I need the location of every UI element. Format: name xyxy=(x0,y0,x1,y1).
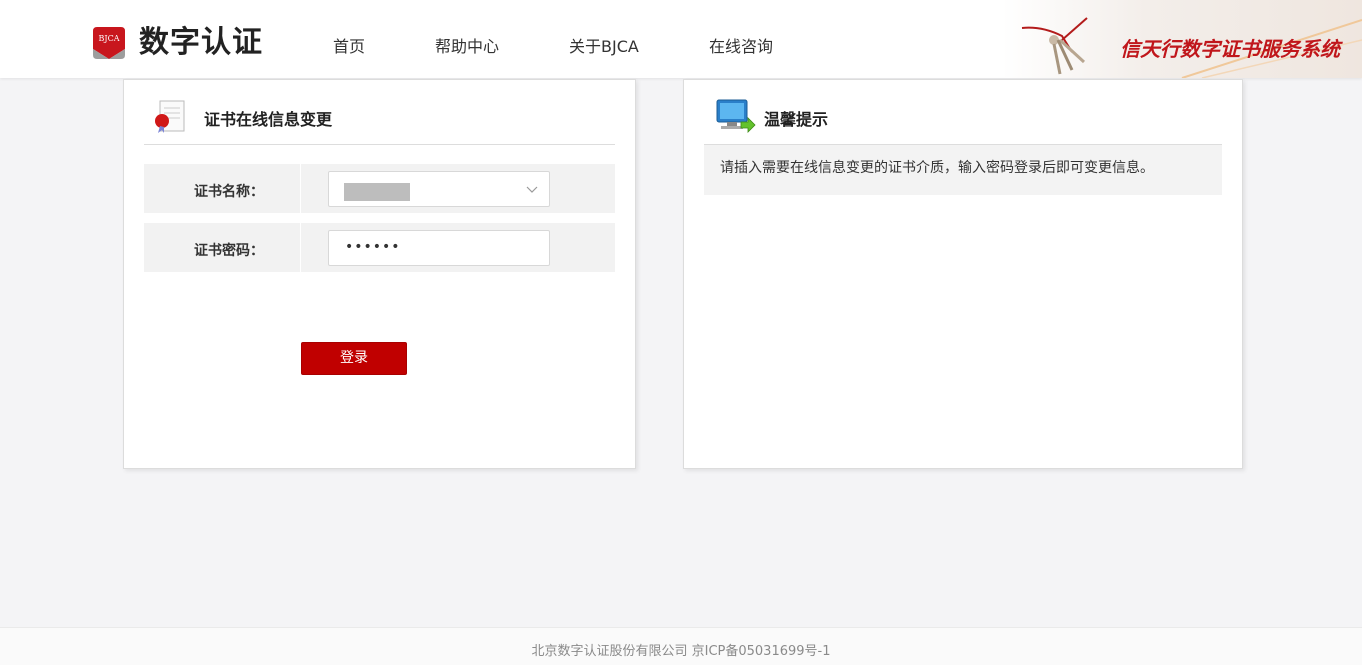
cert-password-input[interactable]: •••••• xyxy=(328,230,550,266)
bjca-badge-icon: BJCA xyxy=(93,27,125,59)
panel-header: 证书在线信息变更 xyxy=(144,80,615,145)
cert-change-panel: 证书在线信息变更 证书名称： 证书密码： •••••• 登录 xyxy=(123,79,636,469)
footer-copyright: 北京数字认证股份有限公司 京ICP备05031699号-1 xyxy=(531,644,831,659)
nav-help-center[interactable]: 帮助中心 xyxy=(435,33,499,57)
tips-panel: 温馨提示 请插入需要在线信息变更的证书介质，输入密码登录后即可变更信息。 xyxy=(683,79,1243,469)
login-button[interactable]: 登录 xyxy=(301,342,407,375)
nav-online-consult[interactable]: 在线咨询 xyxy=(709,33,773,57)
brand-logo[interactable]: BJCA 数字认证 xyxy=(93,26,263,60)
svg-text:BJCA: BJCA xyxy=(99,34,120,43)
header-banner: 信天行数字证书服务系统 xyxy=(1002,0,1362,78)
panel-title: 温馨提示 xyxy=(764,110,829,129)
tip-text: 请插入需要在线信息变更的证书介质，输入密码登录后即可变更信息。 xyxy=(720,160,1154,176)
cert-name-select[interactable] xyxy=(328,171,550,207)
certificate-icon xyxy=(155,100,185,133)
banner-slogan: 信天行数字证书服务系统 xyxy=(1120,37,1340,61)
nav-home[interactable]: 首页 xyxy=(333,33,365,57)
chevron-down-icon xyxy=(526,186,538,193)
page-footer: 北京数字认证股份有限公司 京ICP备05031699号-1 xyxy=(0,627,1362,665)
computer-monitor-icon xyxy=(716,99,756,133)
nav-about[interactable]: 关于BJCA xyxy=(569,33,639,57)
brand-name: 数字认证 xyxy=(139,25,263,60)
cert-name-label: 证书名称： xyxy=(194,184,264,200)
panel-header: 温馨提示 xyxy=(704,80,1222,145)
cert-password-row: 证书密码： •••••• xyxy=(144,223,615,272)
redacted-value xyxy=(344,183,410,201)
password-value: •••••• xyxy=(345,239,401,255)
panel-title: 证书在线信息变更 xyxy=(204,110,333,129)
tip-box: 请插入需要在线信息变更的证书介质，输入密码登录后即可变更信息。 xyxy=(704,145,1222,195)
cert-name-row: 证书名称： xyxy=(144,164,615,213)
cert-password-label: 证书密码： xyxy=(194,243,264,259)
top-header: BJCA 数字认证 首页 帮助中心 关于BJCA 在线咨询 信天行数字证书服务系… xyxy=(0,0,1362,78)
